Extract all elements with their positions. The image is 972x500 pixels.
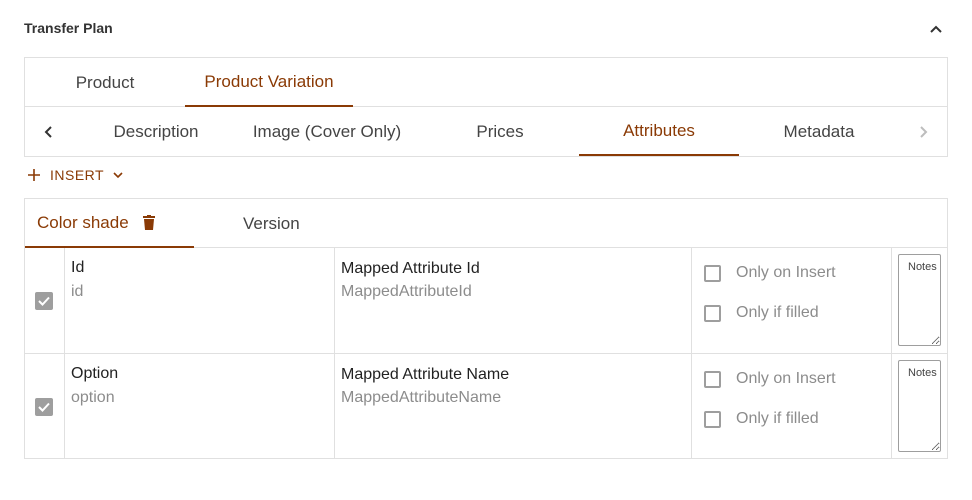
checkbox-box — [704, 370, 721, 388]
tab-label: Color shade — [37, 212, 129, 232]
scroll-right-button[interactable] — [899, 107, 947, 156]
mapped-attribute-value: MappedAttributeName — [341, 389, 502, 406]
chevron-right-icon — [920, 125, 928, 138]
field-cell: Option option — [65, 354, 335, 458]
field-cell: Id id — [65, 248, 335, 353]
notes-textarea[interactable] — [898, 360, 941, 452]
field-label: Option — [71, 365, 119, 382]
plus-icon — [28, 169, 40, 181]
only-on-insert-checkbox[interactable]: Only on Insert — [704, 263, 836, 283]
tab-label: Prices — [476, 121, 524, 141]
checkbox-label: Only on Insert — [736, 370, 836, 387]
scroll-left-button[interactable] — [25, 107, 73, 156]
options-cell: Only on Insert Only if filled — [692, 248, 892, 353]
checkbox-label: Only on Insert — [736, 264, 836, 281]
table-row: Option option Mapped Attribute Name Mapp… — [25, 353, 947, 458]
field-value: option — [71, 389, 115, 406]
checkbox-box — [704, 304, 721, 322]
mapped-attribute-cell: Mapped Attribute Name MappedAttributeNam… — [335, 354, 692, 458]
tab-prices[interactable]: Prices — [420, 107, 580, 156]
checkbox-label: Only if filled — [736, 304, 819, 321]
checkbox-box — [704, 410, 721, 428]
tab-version[interactable]: Version — [243, 199, 343, 248]
row-checkbox[interactable] — [35, 292, 53, 310]
tab-color-shade[interactable]: Color shade — [25, 199, 194, 248]
field-value: id — [71, 283, 84, 300]
options-cell: Only on Insert Only if filled — [692, 354, 892, 458]
mapped-attribute-label: Mapped Attribute Name — [341, 366, 510, 383]
attribute-tabs: Color shade Version — [24, 198, 948, 248]
only-on-insert-checkbox[interactable]: Only on Insert — [704, 369, 836, 389]
notes-cell — [892, 248, 947, 353]
row-select-cell — [25, 354, 65, 458]
tab-attributes[interactable]: Attributes — [579, 107, 739, 156]
tab-label: Metadata — [783, 121, 855, 141]
checkbox-label: Only if filled — [736, 410, 819, 427]
table-row: Id id Mapped Attribute Id MappedAttribut… — [25, 248, 947, 353]
insert-label: INSERT — [50, 167, 105, 183]
transfer-plan-header: Transfer Plan — [0, 0, 972, 57]
mapped-attribute-value: MappedAttributeId — [341, 283, 472, 300]
chevron-up-icon — [930, 25, 942, 33]
tab-label: Version — [243, 213, 300, 233]
collapse-button[interactable] — [924, 18, 948, 40]
mapped-attribute-cell: Mapped Attribute Id MappedAttributeId — [335, 248, 692, 353]
notes-textarea[interactable] — [898, 254, 941, 346]
check-icon — [38, 296, 50, 306]
tab-product[interactable]: Product — [49, 58, 161, 107]
row-select-cell — [25, 248, 65, 353]
only-if-filled-checkbox[interactable]: Only if filled — [704, 303, 819, 323]
attribute-mapping-table: Id id Mapped Attribute Id MappedAttribut… — [24, 248, 948, 459]
checkbox-box — [704, 264, 721, 282]
tab-label: Description — [113, 121, 199, 141]
chevron-down-icon — [113, 172, 123, 179]
chevron-left-icon — [44, 125, 52, 138]
tab-label: Product — [75, 72, 135, 92]
panel-title: Transfer Plan — [24, 20, 113, 36]
field-label: Id — [71, 259, 85, 276]
mapped-attribute-label: Mapped Attribute Id — [341, 260, 480, 277]
notes-cell — [892, 354, 947, 458]
entity-tabs: Product Product Variation — [24, 57, 948, 107]
check-icon — [38, 402, 50, 412]
tab-image-cover-only[interactable]: Image (Cover Only) — [239, 107, 415, 156]
trash-icon[interactable] — [142, 215, 155, 230]
tab-label: Image (Cover Only) — [252, 121, 402, 141]
section-tabs: Description Image (Cover Only) Prices At… — [24, 107, 948, 157]
tab-metadata[interactable]: Metadata — [739, 107, 899, 156]
tab-label: Attributes — [623, 120, 695, 140]
tab-description[interactable]: Description — [99, 107, 213, 156]
only-if-filled-checkbox[interactable]: Only if filled — [704, 409, 819, 429]
row-checkbox[interactable] — [35, 398, 53, 416]
tab-product-variation[interactable]: Product Variation — [185, 58, 353, 107]
tab-label: Product Variation — [204, 71, 334, 91]
insert-button[interactable]: INSERT — [28, 163, 124, 187]
